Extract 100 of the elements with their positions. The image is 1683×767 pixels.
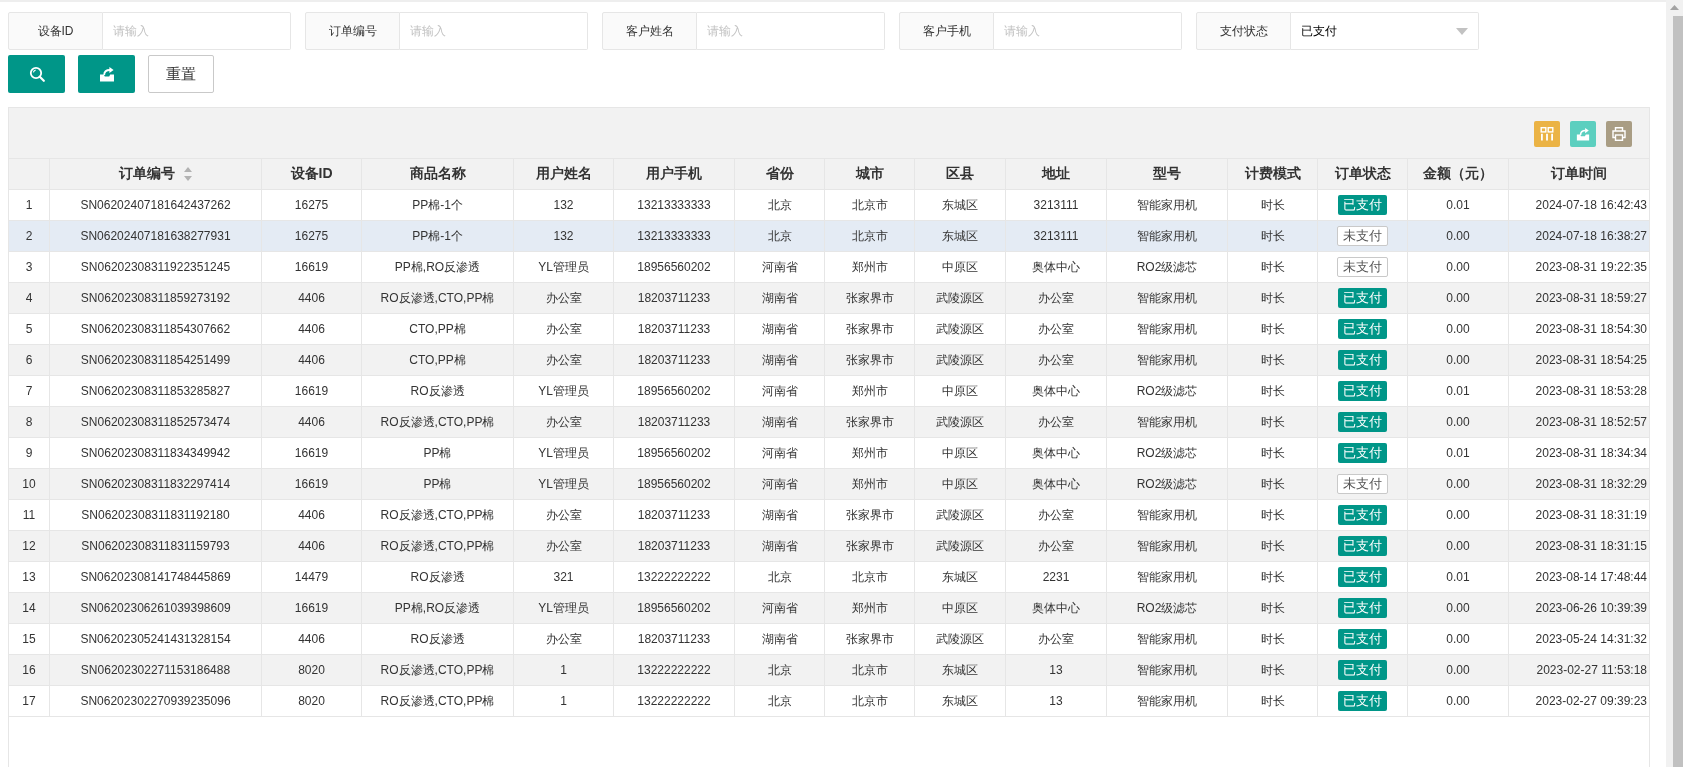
table-cell: 办公室 [1006,531,1107,561]
table-cell: RO2级滤芯 [1107,438,1228,468]
table-row[interactable]: 9 SN06202308311834349942 16619 PP棉 YL管理员 18956560202 河南省 郑州市 中原区 奥体中心 RO2级滤芯 时长 已支付 0.01 2023-08-31 18:34:34 [9,438,1649,469]
table-cell: CTO,PP棉 [362,314,514,344]
table-cell: SN06202308311922351245 [50,252,262,282]
table-cell: RO反渗透,CTO,PP棉 [362,283,514,313]
status-badge: 已支付 [1338,195,1387,215]
table-row[interactable]: 17 SN06202302270939235096 8020 RO反渗透,CTO,PP棉 1 13222222222 北京 北京市 东城区 13 智能家用机 时长 已支付 0.00 2023-02-27 09:39:23 [9,686,1649,717]
table-cell: 办公室 [1006,314,1107,344]
table-cell: 0.00 [1408,531,1509,561]
table-cell: RO反渗透 [362,376,514,406]
table-cell: RO反渗透 [362,624,514,654]
row-number: 10 [9,469,50,499]
table-cell: 时长 [1228,593,1318,623]
status-badge: 已支付 [1338,319,1387,339]
table-cell: 张家界市 [825,345,915,375]
reset-button[interactable]: 重置 [148,55,214,93]
table-cell: 办公室 [1006,283,1107,313]
table-cell: SN06202308311854251499 [50,345,262,375]
table-cell: 办公室 [514,531,614,561]
table-row[interactable]: 14 SN06202306261039398609 16619 PP棉,RO反渗透 YL管理员 18956560202 河南省 郑州市 中原区 奥体中心 RO2级滤芯 时长 已支付 0.00 2023-06-26 10:39:39 [9,593,1649,624]
table-cell: SN06202306261039398609 [50,593,262,623]
table-cell: 东城区 [915,221,1006,251]
print-button[interactable] [1606,121,1632,147]
table-cell: 武陵源区 [915,345,1006,375]
table-cell: SN06202308311859273192 [50,283,262,313]
export-button[interactable] [78,55,135,93]
input-field[interactable]: 请输入 [697,12,885,50]
table-cell: 北京 [735,190,825,220]
table-cell: 时长 [1228,469,1318,499]
table-row[interactable]: 7 SN06202308311853285827 16619 RO反渗透 YL管理员 18956560202 河南省 郑州市 中原区 奥体中心 RO2级滤芯 时长 已支付 0.01 2023-08-31 18:53:28 [9,376,1649,407]
table-cell: 武陵源区 [915,531,1006,561]
table-cell: 河南省 [735,438,825,468]
table-cell: PP棉,RO反渗透 [362,593,514,623]
table-row[interactable]: 8 SN06202308311852573474 4406 RO反渗透,CTO,PP棉 办公室 18203711233 湖南省 张家界市 武陵源区 办公室 智能家用机 时长 已支付 0.00 2023-08-31 18:52:57 [9,407,1649,438]
table-cell: 18203711233 [614,283,735,313]
table-cell: 奥体中心 [1006,376,1107,406]
table-cell-text: 2023-06-26 10:39:39 [1534,600,1648,617]
column-header: 用户姓名 [535,165,592,183]
table-cell: 张家界市 [825,624,915,654]
input-field[interactable]: 请输入 [400,12,588,50]
table-cell: 时长 [1228,500,1318,530]
input-field[interactable]: 请输入 [994,12,1182,50]
table-row[interactable]: 15 SN06202305241431328154 4406 RO反渗透 办公室 18203711233 湖南省 张家界市 武陵源区 办公室 智能家用机 时长 已支付 0.00 2023-05-24 14:31:32 [9,624,1649,655]
table-cell: 16619 [262,438,362,468]
export-button[interactable] [1570,121,1596,147]
table-cell: 河南省 [735,593,825,623]
table-row[interactable]: 16 SN06202302271153186488 8020 RO反渗透,CTO,PP棉 1 13222222222 北京 北京市 东城区 13 智能家用机 时长 已支付 0.00 2023-02-27 11:53:18 [9,655,1649,686]
table-row[interactable]: 11 SN06202308311831192180 4406 RO反渗透,CTO,PP棉 办公室 18203711233 湖南省 张家界市 武陵源区 办公室 智能家用机 时长 已支付 0.00 2023-08-31 18:31:19 [9,500,1649,531]
scrollbar-thumb[interactable] [1673,16,1683,767]
status-badge: 已支付 [1338,412,1387,432]
input-field[interactable]: 请输入 [103,12,291,50]
search-button[interactable] [8,55,65,93]
table-cell: 时长 [1228,283,1318,313]
table-row[interactable]: 2 SN06202407181638277931 16275 PP棉-1个 132 13213333333 北京 北京市 东城区 3213111 智能家用机 时长 未支付 0.00 2024-07-18 16:38:27 [9,221,1649,252]
table-cell: SN06202308141748445869 [50,562,262,592]
table-cell: 时长 [1228,624,1318,654]
table-cell: 4406 [262,407,362,437]
table-row[interactable]: 3 SN06202308311922351245 16619 PP棉,RO反渗透 YL管理员 18956560202 河南省 郑州市 中原区 奥体中心 RO2级滤芯 时长 未支付 0.00 2023-08-31 19:22:35 [9,252,1649,283]
table-row[interactable]: 12 SN06202308311831159793 4406 RO反渗透,CTO,PP棉 办公室 18203711233 湖南省 张家界市 武陵源区 办公室 智能家用机 时长 已支付 0.00 2023-08-31 18:31:15 [9,531,1649,562]
table-cell: SN06202305241431328154 [50,624,262,654]
select-field[interactable]: 已支付 [1291,12,1479,50]
export-icon [1576,127,1590,141]
row-number: 7 [9,376,50,406]
table-cell: 13222222222 [614,686,735,716]
table-cell: SN06202308311852573474 [50,407,262,437]
table-cell: 时长 [1228,562,1318,592]
row-number: 12 [9,531,50,561]
table-row[interactable]: 4 SN06202308311859273192 4406 RO反渗透,CTO,PP棉 办公室 18203711233 湖南省 张家界市 武陵源区 办公室 智能家用机 时长 已支付 0.00 2023-08-31 18:59:27 [9,283,1649,314]
table-cell: RO反渗透,CTO,PP棉 [362,686,514,716]
table-row[interactable]: 10 SN06202308311832297414 16619 PP棉 YL管理员 18956560202 河南省 郑州市 中原区 奥体中心 RO2级滤芯 时长 未支付 0.00 2023-08-31 18:32:29 [9,469,1649,500]
table-cell: 办公室 [514,500,614,530]
table-cell: 奥体中心 [1006,438,1107,468]
columns-button[interactable] [1534,121,1560,147]
table-cell: 湖南省 [735,531,825,561]
row-number: 8 [9,407,50,437]
table-cell: 湖南省 [735,345,825,375]
caret-icon [1456,27,1468,35]
table-row[interactable]: 1 SN06202407181642437262 16275 PP棉-1个 132 13213333333 北京 北京市 东城区 3213111 智能家用机 时长 已支付 0.01 2024-07-18 16:42:43 [9,190,1649,221]
table-cell: 办公室 [514,624,614,654]
row-number: 14 [9,593,50,623]
table-cell: RO2级滤芯 [1107,376,1228,406]
table-cell: 北京 [735,221,825,251]
table-cell: 0.00 [1408,469,1509,499]
scroll-up-icon[interactable] [1670,5,1679,10]
table-cell: 湖南省 [735,407,825,437]
table-cell: PP棉 [362,469,514,499]
table-cell: 18203711233 [614,624,735,654]
table-cell: 时长 [1228,314,1318,344]
table-cell: YL管理员 [514,376,614,406]
table-row[interactable]: 5 SN06202308311854307662 4406 CTO,PP棉 办公室 18203711233 湖南省 张家界市 武陵源区 办公室 智能家用机 时长 已支付 0.00 2023-08-31 18:54:30 [9,314,1649,345]
status-badge: 已支付 [1338,691,1387,711]
column-header: 省份 [765,165,794,183]
sort-icon[interactable] [184,167,192,181]
table-cell: 0.00 [1408,624,1509,654]
table-cell: YL管理员 [514,469,614,499]
table-row[interactable]: 13 SN06202308141748445869 14479 RO反渗透 321 13222222222 北京 北京市 东城区 2231 智能家用机 时长 已支付 0.01 2023-08-14 17:48:44 [9,562,1649,593]
table-cell: 13213333333 [614,190,735,220]
table-cell: 18956560202 [614,438,735,468]
table-row[interactable]: 6 SN06202308311854251499 4406 CTO,PP棉 办公室 18203711233 湖南省 张家界市 武陵源区 办公室 智能家用机 时长 已支付 0.00 2023-08-31 18:54:25 [9,345,1649,376]
